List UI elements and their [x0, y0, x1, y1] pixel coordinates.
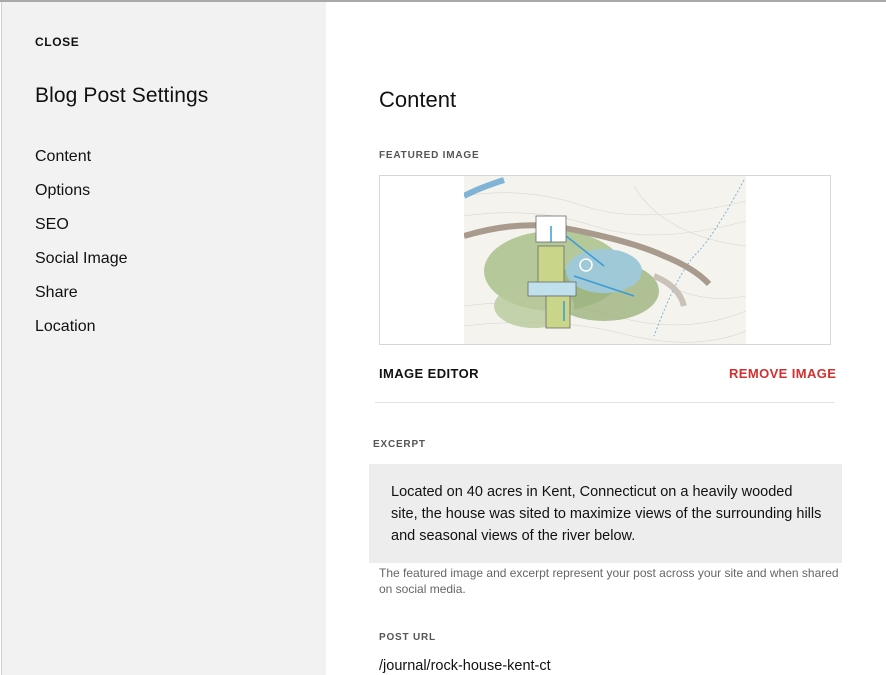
sidebar-item-seo[interactable]: SEO	[35, 214, 128, 248]
post-url-label: POST URL	[379, 632, 436, 643]
sidebar-title: Blog Post Settings	[35, 84, 209, 107]
excerpt-label: EXCERPT	[373, 439, 426, 450]
image-editor-button[interactable]: IMAGE EDITOR	[379, 366, 479, 381]
section-divider	[375, 402, 835, 403]
remove-image-button[interactable]: REMOVE IMAGE	[729, 366, 836, 381]
sidebar-item-location[interactable]: Location	[35, 316, 128, 350]
settings-sidebar: CLOSE Blog Post Settings Content Options…	[1, 2, 326, 675]
sidebar-item-share[interactable]: Share	[35, 282, 128, 316]
post-url-field[interactable]: /journal/rock-house-kent-ct	[379, 658, 551, 674]
featured-image-site-plan	[464, 176, 746, 344]
page-title: Content	[379, 87, 457, 112]
featured-image-label: FEATURED IMAGE	[379, 150, 480, 161]
excerpt-field[interactable]: Located on 40 acres in Kent, Connecticut…	[369, 464, 842, 563]
sidebar-item-content[interactable]: Content	[35, 146, 128, 180]
featured-image-frame[interactable]	[379, 175, 831, 345]
excerpt-helper-text: The featured image and excerpt represent…	[379, 566, 839, 596]
sidebar-nav: Content Options SEO Social Image Share L…	[35, 146, 128, 350]
sidebar-item-options[interactable]: Options	[35, 180, 128, 214]
close-button[interactable]: CLOSE	[35, 35, 79, 49]
sidebar-item-social-image[interactable]: Social Image	[35, 248, 128, 282]
content-panel: Content FEATURED IMAGE IMAGE EDITOR REMO…	[325, 2, 886, 675]
